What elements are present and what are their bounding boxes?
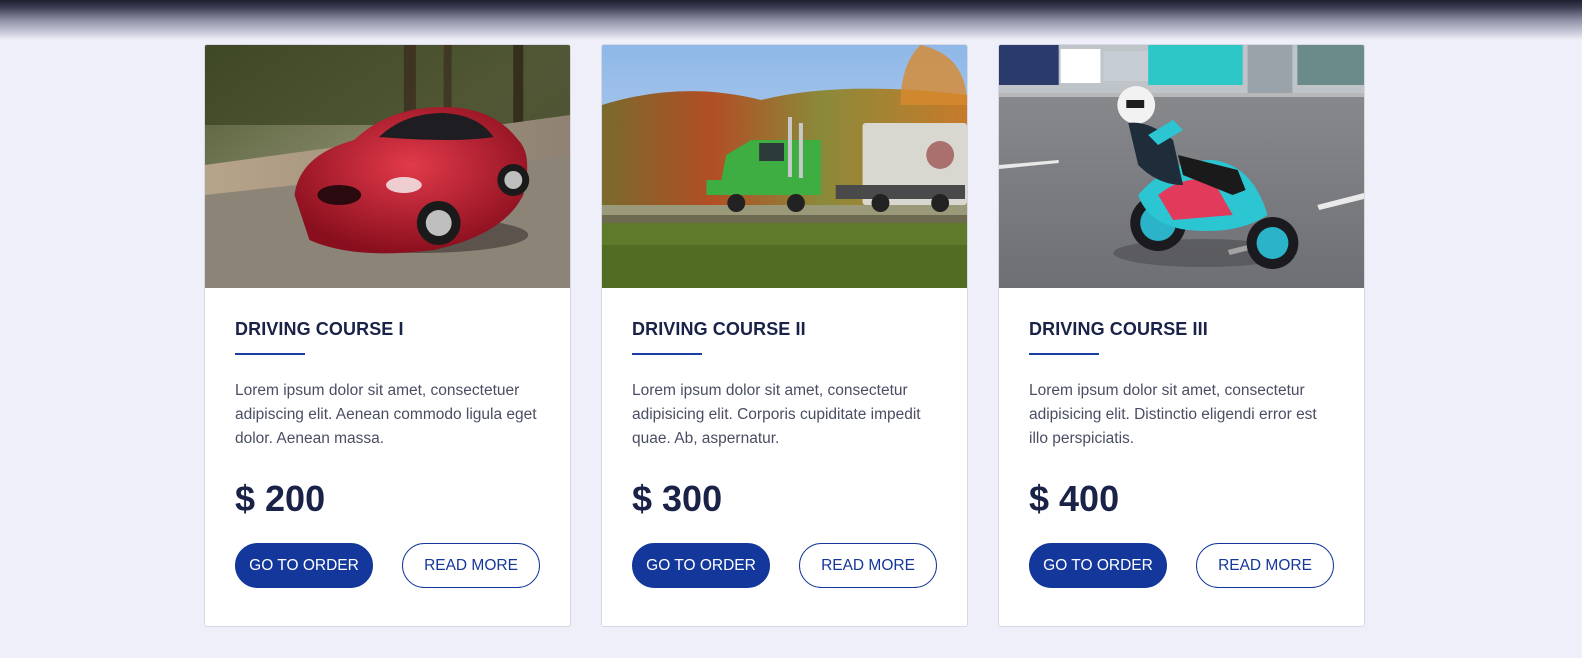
course-card-2: DRIVING COURSE II Lorem ipsum dolor sit … — [601, 44, 968, 627]
course-price: $ 200 — [235, 478, 326, 519]
course-card-1: DRIVING COURSE I Lorem ipsum dolor sit a… — [204, 44, 571, 627]
title-divider — [632, 353, 702, 355]
course-price: $ 400 — [1029, 478, 1120, 519]
course-card-3: DRIVING COURSE III Lorem ipsum dolor sit… — [998, 44, 1365, 627]
title-divider — [235, 353, 305, 355]
course-image-truck — [602, 45, 967, 288]
go-to-order-button[interactable]: GO TO ORDER — [235, 543, 373, 588]
course-description: Lorem ipsum dolor sit amet, consectetur … — [1029, 382, 1317, 447]
course-image-car — [205, 45, 570, 288]
read-more-button[interactable]: READ MORE — [402, 543, 540, 588]
course-description: Lorem ipsum dolor sit amet, consectetur … — [632, 382, 921, 447]
course-cards: DRIVING COURSE I Lorem ipsum dolor sit a… — [204, 44, 1365, 627]
read-more-button[interactable]: READ MORE — [1196, 543, 1334, 588]
read-more-button[interactable]: READ MORE — [799, 543, 937, 588]
course-price: $ 300 — [632, 478, 723, 519]
title-divider — [1029, 353, 1099, 355]
course-title: DRIVING COURSE I — [235, 319, 404, 339]
header-shadow — [0, 0, 1582, 40]
course-title: DRIVING COURSE II — [632, 319, 806, 339]
course-description: Lorem ipsum dolor sit amet, consectetuer… — [235, 382, 537, 447]
go-to-order-button[interactable]: GO TO ORDER — [1029, 543, 1167, 588]
course-title: DRIVING COURSE III — [1029, 319, 1208, 339]
go-to-order-button[interactable]: GO TO ORDER — [632, 543, 770, 588]
course-image-motorcycle — [999, 45, 1364, 288]
